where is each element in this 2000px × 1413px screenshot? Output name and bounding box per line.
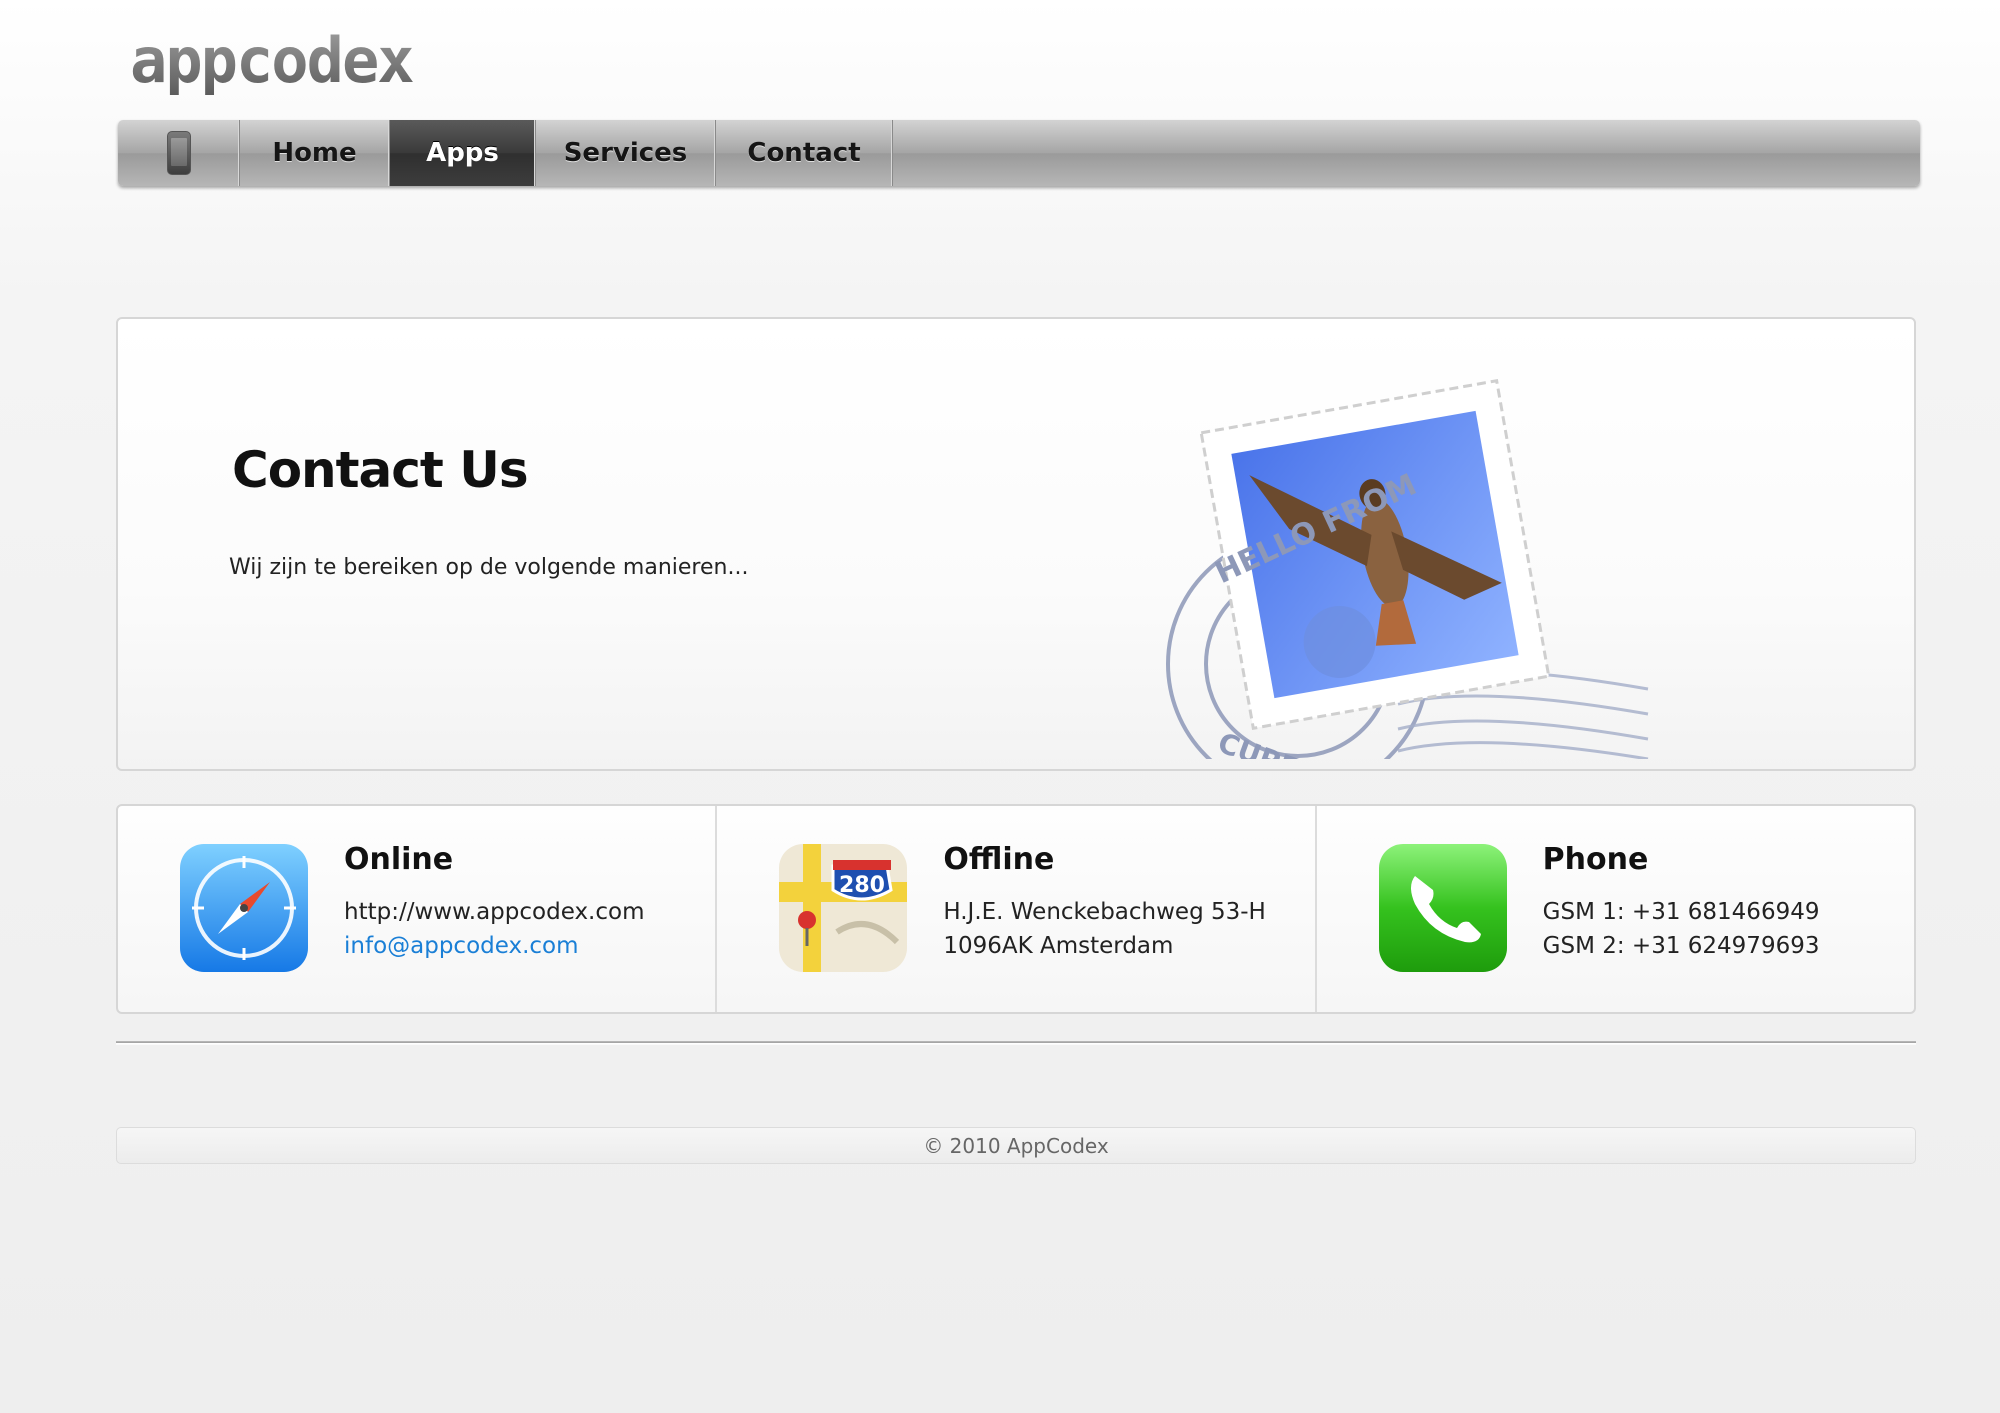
website-url: http://www.appcodex.com — [344, 899, 645, 925]
postal-city: 1096AK Amsterdam — [943, 933, 1174, 959]
iphone-icon[interactable] — [118, 120, 240, 186]
page-title: Contact Us — [232, 441, 529, 499]
mail-stamp-icon: HELLO FROM CUPERTINO, CA — [1148, 359, 1668, 840]
contact-card-phone: Phone GSM 1: +31 681466949 GSM 2: +31 62… — [1317, 806, 1914, 1012]
safari-compass-icon — [178, 842, 310, 974]
nav-apps[interactable]: Apps — [390, 120, 536, 186]
email-link[interactable]: info@appcodex.com — [344, 933, 579, 959]
appcodex-logo: appcodex — [130, 24, 415, 97]
contact-card-offline: 280 Offline H.J.E. Wenckebachweg 53-H 10… — [717, 806, 1317, 1012]
phone-number-2: GSM 2: +31 624979693 — [1542, 933, 1820, 959]
phone-number-1: GSM 1: +31 681466949 — [1542, 899, 1820, 925]
section-divider — [116, 1041, 1916, 1045]
street-address: H.J.E. Wenckebachweg 53-H — [943, 899, 1266, 925]
nav-home[interactable]: Home — [240, 120, 390, 186]
nav-services[interactable]: Services — [536, 120, 716, 186]
contact-methods: Online http://www.appcodex.com info@appc… — [116, 804, 1916, 1014]
maps-icon: 280 — [777, 842, 909, 974]
svg-text:appcodex: appcodex — [130, 30, 413, 97]
contact-hero-panel: Contact Us Wij zijn te bereiken op de vo… — [116, 317, 1916, 840]
svg-text:CUPERTINO, CA: CUPERTINO, CA — [1214, 726, 1453, 759]
main-navigation: Home Apps Services Contact — [118, 120, 1920, 186]
online-title: Online — [344, 842, 454, 877]
copyright-text: © 2010 AppCodex — [923, 1133, 1109, 1158]
nav-contact[interactable]: Contact — [716, 120, 893, 186]
site-logo[interactable]: appcodex — [130, 24, 480, 105]
phone-title: Phone — [1542, 842, 1649, 877]
footer: © 2010 AppCodex — [116, 1127, 1916, 1164]
contact-card-online: Online http://www.appcodex.com info@appc… — [118, 806, 718, 1012]
svg-text:280: 280 — [839, 873, 885, 898]
phone-icon — [1377, 842, 1509, 974]
page-subtitle: Wij zijn te bereiken op de volgende mani… — [229, 555, 749, 580]
offline-title: Offline — [943, 842, 1055, 877]
